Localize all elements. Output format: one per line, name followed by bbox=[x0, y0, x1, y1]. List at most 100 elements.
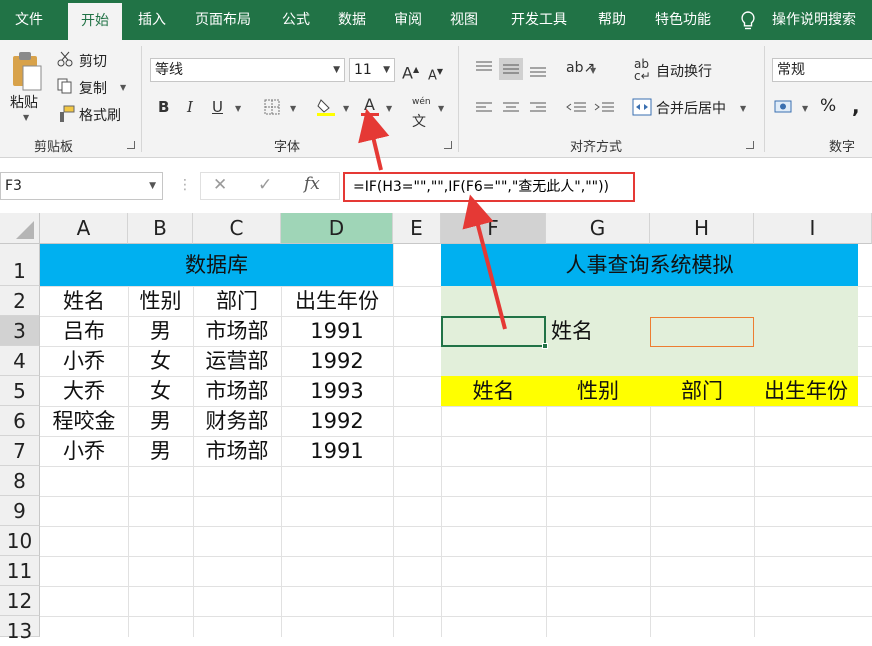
copy-icon[interactable] bbox=[57, 78, 73, 94]
cancel-icon[interactable]: ✕ bbox=[213, 175, 227, 195]
db-cell[interactable]: 男 bbox=[128, 436, 193, 466]
result-header-birth-year[interactable]: 出生年份 bbox=[754, 376, 858, 406]
row-header-1[interactable]: 1 bbox=[0, 244, 40, 286]
db-cell[interactable]: 市场部 bbox=[193, 316, 281, 346]
tab-page-layout[interactable]: 页面布局 bbox=[184, 0, 262, 40]
copy-dropdown-icon[interactable]: ▼ bbox=[120, 83, 126, 92]
column-header-d[interactable]: D bbox=[281, 213, 393, 244]
decrease-font-icon[interactable]: A▼ bbox=[428, 62, 443, 86]
column-header-f[interactable]: F bbox=[441, 213, 546, 244]
db-cell[interactable]: 女 bbox=[128, 376, 193, 406]
result-header-name[interactable]: 姓名 bbox=[441, 376, 546, 406]
db-cell[interactable]: 男 bbox=[128, 406, 193, 436]
font-size-combo[interactable]: 11 ▼ bbox=[349, 58, 395, 82]
tab-home[interactable]: 开始 bbox=[68, 3, 122, 40]
result-header-department[interactable]: 部门 bbox=[650, 376, 754, 406]
db-cell[interactable]: 女 bbox=[128, 346, 193, 376]
copy-button[interactable]: 复制 bbox=[79, 78, 107, 98]
tab-review[interactable]: 审阅 bbox=[382, 0, 434, 40]
column-header-e[interactable]: E bbox=[393, 213, 441, 244]
italic-icon[interactable]: I bbox=[187, 97, 193, 117]
db-cell[interactable]: 1991 bbox=[281, 436, 393, 466]
db-cell[interactable]: 小乔 bbox=[40, 436, 128, 466]
tab-special-features[interactable]: 特色功能 bbox=[646, 0, 720, 40]
row-header-6[interactable]: 6 bbox=[0, 406, 40, 436]
tab-view[interactable]: 视图 bbox=[438, 0, 490, 40]
comma-style-button[interactable]: , bbox=[852, 94, 860, 118]
db-header-department[interactable]: 部门 bbox=[193, 286, 281, 316]
tab-help[interactable]: 帮助 bbox=[584, 0, 640, 40]
font-color-icon[interactable]: A bbox=[360, 95, 380, 117]
active-cell-f3[interactable] bbox=[441, 316, 546, 347]
merge-center-button[interactable]: 合并后居中 bbox=[656, 98, 726, 118]
query-name-label[interactable]: 姓名 bbox=[546, 316, 604, 346]
row-header-8[interactable]: 8 bbox=[0, 466, 40, 496]
phonetic-guide-icon[interactable]: wén 文 bbox=[412, 92, 431, 134]
bold-icon[interactable]: B bbox=[158, 97, 169, 117]
lightbulb-icon[interactable] bbox=[740, 11, 756, 31]
name-input-cell-h3[interactable] bbox=[650, 317, 754, 347]
db-header-birth-year[interactable]: 出生年份 bbox=[281, 286, 393, 316]
tab-formulas[interactable]: 公式 bbox=[270, 0, 322, 40]
column-header-h[interactable]: H bbox=[650, 213, 754, 244]
tab-insert[interactable]: 插入 bbox=[126, 0, 178, 40]
database-title-cell[interactable]: 数据库 bbox=[40, 244, 393, 286]
tab-data[interactable]: 数据 bbox=[326, 0, 378, 40]
column-header-b[interactable]: B bbox=[128, 213, 193, 244]
cut-icon[interactable] bbox=[57, 51, 73, 67]
column-header-i[interactable]: I bbox=[754, 213, 872, 244]
borders-icon[interactable] bbox=[264, 99, 280, 115]
db-header-name[interactable]: 姓名 bbox=[40, 286, 128, 316]
phonetic-dropdown-icon[interactable]: ▼ bbox=[438, 104, 444, 113]
result-header-gender[interactable]: 性别 bbox=[546, 376, 650, 406]
merge-dropdown-icon[interactable]: ▼ bbox=[740, 104, 746, 113]
tell-me-search[interactable]: 操作说明搜索 bbox=[772, 0, 856, 40]
font-color-dropdown-icon[interactable]: ▼ bbox=[386, 104, 392, 113]
row-header-3[interactable]: 3 bbox=[0, 316, 40, 346]
accounting-dropdown-icon[interactable]: ▼ bbox=[802, 104, 808, 113]
wrap-text-icon[interactable]: ab c↵ bbox=[634, 58, 651, 82]
db-header-gender[interactable]: 性别 bbox=[128, 286, 193, 316]
db-cell[interactable]: 1993 bbox=[281, 376, 393, 406]
select-all-corner[interactable] bbox=[0, 213, 40, 244]
font-launcher-icon[interactable] bbox=[444, 141, 452, 149]
formula-input[interactable]: =IF(H3="","",IF(F6="","查无此人","")) bbox=[343, 172, 635, 202]
name-box[interactable]: F3 ▼ bbox=[0, 172, 163, 200]
query-title-cell[interactable]: 人事查询系统模拟 bbox=[441, 244, 858, 286]
format-painter-icon[interactable] bbox=[57, 105, 75, 123]
row-header-5[interactable]: 5 bbox=[0, 376, 40, 406]
number-format-combo[interactable]: 常规 bbox=[772, 58, 872, 82]
tab-developer[interactable]: 开发工具 bbox=[500, 0, 578, 40]
column-header-g[interactable]: G bbox=[546, 213, 650, 244]
column-header-c[interactable]: C bbox=[193, 213, 281, 244]
underline-dropdown-icon[interactable]: ▼ bbox=[235, 104, 241, 113]
db-cell[interactable]: 1992 bbox=[281, 346, 393, 376]
font-name-combo[interactable]: 等线 ▼ bbox=[150, 58, 345, 82]
enter-icon[interactable]: ✓ bbox=[258, 175, 272, 195]
paste-icon[interactable] bbox=[10, 50, 44, 92]
tab-file[interactable]: 文件 bbox=[0, 0, 58, 40]
column-header-a[interactable]: A bbox=[40, 213, 128, 244]
row-header-13[interactable]: 13 bbox=[0, 616, 40, 643]
db-cell[interactable]: 1992 bbox=[281, 406, 393, 436]
row-header-9[interactable]: 9 bbox=[0, 496, 40, 526]
accounting-format-icon[interactable] bbox=[774, 98, 798, 116]
paste-dropdown-icon[interactable]: ▼ bbox=[23, 113, 29, 122]
orientation-dropdown-icon[interactable]: ▼ bbox=[590, 66, 596, 75]
db-cell[interactable]: 市场部 bbox=[193, 376, 281, 406]
row-header-2[interactable]: 2 bbox=[0, 286, 40, 316]
cut-button[interactable]: 剪切 bbox=[79, 51, 107, 71]
db-cell[interactable]: 市场部 bbox=[193, 436, 281, 466]
row-header-10[interactable]: 10 bbox=[0, 526, 40, 556]
merge-center-icon[interactable] bbox=[632, 98, 652, 116]
row-header-7[interactable]: 7 bbox=[0, 436, 40, 466]
increase-font-icon[interactable]: A▲ bbox=[402, 60, 419, 83]
worksheet-grid[interactable]: A B C D E F G H I 1 2 3 4 5 6 7 8 9 10 1… bbox=[0, 213, 872, 643]
paste-button[interactable]: 粘贴 bbox=[10, 92, 38, 112]
fill-color-dropdown-icon[interactable]: ▼ bbox=[343, 104, 349, 113]
db-cell[interactable]: 运营部 bbox=[193, 346, 281, 376]
format-painter-button[interactable]: 格式刷 bbox=[79, 105, 121, 125]
db-cell[interactable]: 程咬金 bbox=[40, 406, 128, 436]
borders-dropdown-icon[interactable]: ▼ bbox=[290, 104, 296, 113]
row-header-12[interactable]: 12 bbox=[0, 586, 40, 616]
